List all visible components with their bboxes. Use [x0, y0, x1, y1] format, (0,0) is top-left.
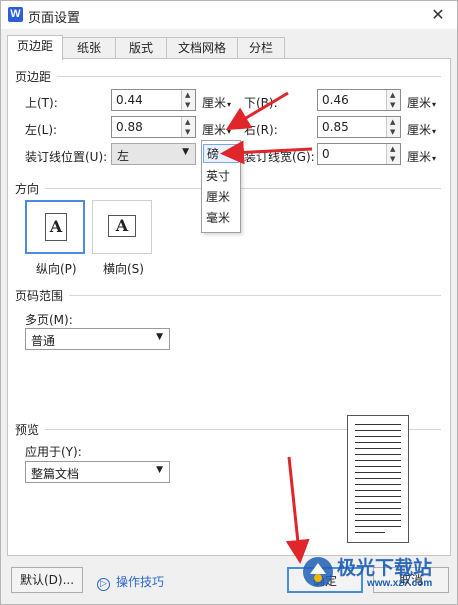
- unit-option-mm[interactable]: 毫米: [206, 209, 230, 226]
- unit-option-inch[interactable]: 英寸: [206, 167, 230, 184]
- tab-document-grid[interactable]: 文档网格: [166, 37, 238, 59]
- portrait-page-icon: A: [45, 213, 67, 241]
- top-margin-input[interactable]: 0.44 ▲ ▼: [111, 89, 196, 111]
- left-margin-label: 左(L):: [25, 123, 58, 137]
- unit-option-pound[interactable]: 磅: [203, 144, 239, 163]
- chevron-down-icon: ▼: [182, 147, 189, 157]
- watermark-text: 极光下载站: [337, 557, 433, 579]
- bottom-margin-input[interactable]: 0.46 ▲ ▼: [317, 89, 401, 111]
- gutter-position-label: 装订线位置(U):: [25, 150, 108, 164]
- multi-page-select[interactable]: 普通 ▼: [25, 328, 170, 350]
- title-bar: W 页面设置 ✕: [1, 1, 457, 29]
- left-margin-input[interactable]: 0.88 ▲ ▼: [111, 116, 196, 138]
- gutter-position-select[interactable]: 左 ▼: [111, 143, 196, 165]
- tab-paper[interactable]: 纸张: [62, 37, 116, 59]
- apply-to-label: 应用于(Y):: [25, 445, 82, 459]
- left-margin-spinner[interactable]: ▲ ▼: [181, 117, 195, 137]
- orientation-divider: [45, 188, 441, 189]
- bottom-margin-label: 下(B):: [244, 96, 278, 110]
- tab-columns[interactable]: 分栏: [237, 37, 285, 59]
- right-margin-unit[interactable]: 厘米▾: [407, 121, 436, 138]
- watermark-logo-icon: [303, 557, 333, 587]
- gutter-width-input[interactable]: 0 ▲ ▼: [317, 143, 401, 165]
- margins-divider: [57, 76, 441, 77]
- dialog-title: 页面设置: [28, 11, 81, 26]
- orientation-section-title: 方向: [15, 182, 40, 196]
- close-icon[interactable]: ✕: [427, 4, 449, 26]
- site-watermark: 极光下载站 www.xz7.com: [301, 551, 451, 601]
- bottom-margin-unit[interactable]: 厘米▾: [407, 94, 436, 111]
- top-margin-spinner[interactable]: ▲ ▼: [181, 90, 195, 110]
- margins-section-title: 页边距: [15, 70, 52, 84]
- page-setup-dialog: W 页面设置 ✕ 页边距 纸张 版式 文档网格 分栏 页边距 上(T): 0.4…: [0, 0, 458, 605]
- chevron-down-icon: ▼: [156, 332, 163, 342]
- unit-option-cm[interactable]: 厘米: [206, 188, 230, 205]
- right-margin-label: 右(R):: [244, 123, 278, 137]
- bottom-margin-value: 0.46: [322, 93, 349, 107]
- right-margin-input[interactable]: 0.85 ▲ ▼: [317, 116, 401, 138]
- right-margin-spinner[interactable]: ▲ ▼: [386, 117, 400, 137]
- landscape-label: 横向(S): [103, 262, 144, 276]
- tab-margins[interactable]: 页边距: [7, 35, 63, 60]
- page-range-section-title: 页码范围: [15, 289, 64, 303]
- default-button[interactable]: 默认(D)...: [11, 567, 83, 593]
- gutter-width-unit[interactable]: 厘米▾: [407, 148, 436, 165]
- multi-page-value: 普通: [31, 334, 56, 348]
- gutter-width-spinner[interactable]: ▲ ▼: [386, 144, 400, 164]
- top-margin-value: 0.44: [116, 93, 143, 107]
- portrait-label: 纵向(P): [36, 262, 77, 276]
- top-margin-unit[interactable]: 厘米▾: [202, 94, 231, 111]
- watermark-url: www.xz7.com: [367, 578, 433, 589]
- bottom-margin-spinner[interactable]: ▲ ▼: [386, 90, 400, 110]
- tips-link[interactable]: ▷ 操作技巧: [97, 573, 164, 591]
- unit-dropdown-menu: 磅 英寸 厘米 毫米: [201, 140, 241, 233]
- preview-section-title: 预览: [15, 423, 40, 437]
- landscape-page-icon: A: [108, 215, 136, 237]
- left-margin-unit[interactable]: 厘米▾: [202, 121, 231, 138]
- apply-to-value: 整篇文档: [31, 467, 80, 481]
- apply-to-select[interactable]: 整篇文档 ▼: [25, 461, 170, 483]
- landscape-option[interactable]: A: [92, 200, 152, 254]
- top-margin-label: 上(T):: [25, 96, 58, 110]
- right-margin-value: 0.85: [322, 120, 349, 134]
- play-icon: ▷: [97, 578, 110, 591]
- gutter-width-label: 装订线宽(G):: [244, 150, 315, 164]
- portrait-option[interactable]: A: [25, 200, 85, 254]
- wps-writer-icon: W: [8, 7, 23, 22]
- page-preview: [347, 415, 409, 543]
- tab-layout[interactable]: 版式: [115, 37, 167, 59]
- gutter-width-value: 0: [322, 147, 330, 161]
- multi-page-label: 多页(M):: [25, 313, 73, 327]
- gutter-position-value: 左: [117, 149, 130, 163]
- left-margin-value: 0.88: [116, 120, 143, 134]
- page-range-divider: [69, 295, 441, 296]
- chevron-down-icon: ▼: [156, 465, 163, 475]
